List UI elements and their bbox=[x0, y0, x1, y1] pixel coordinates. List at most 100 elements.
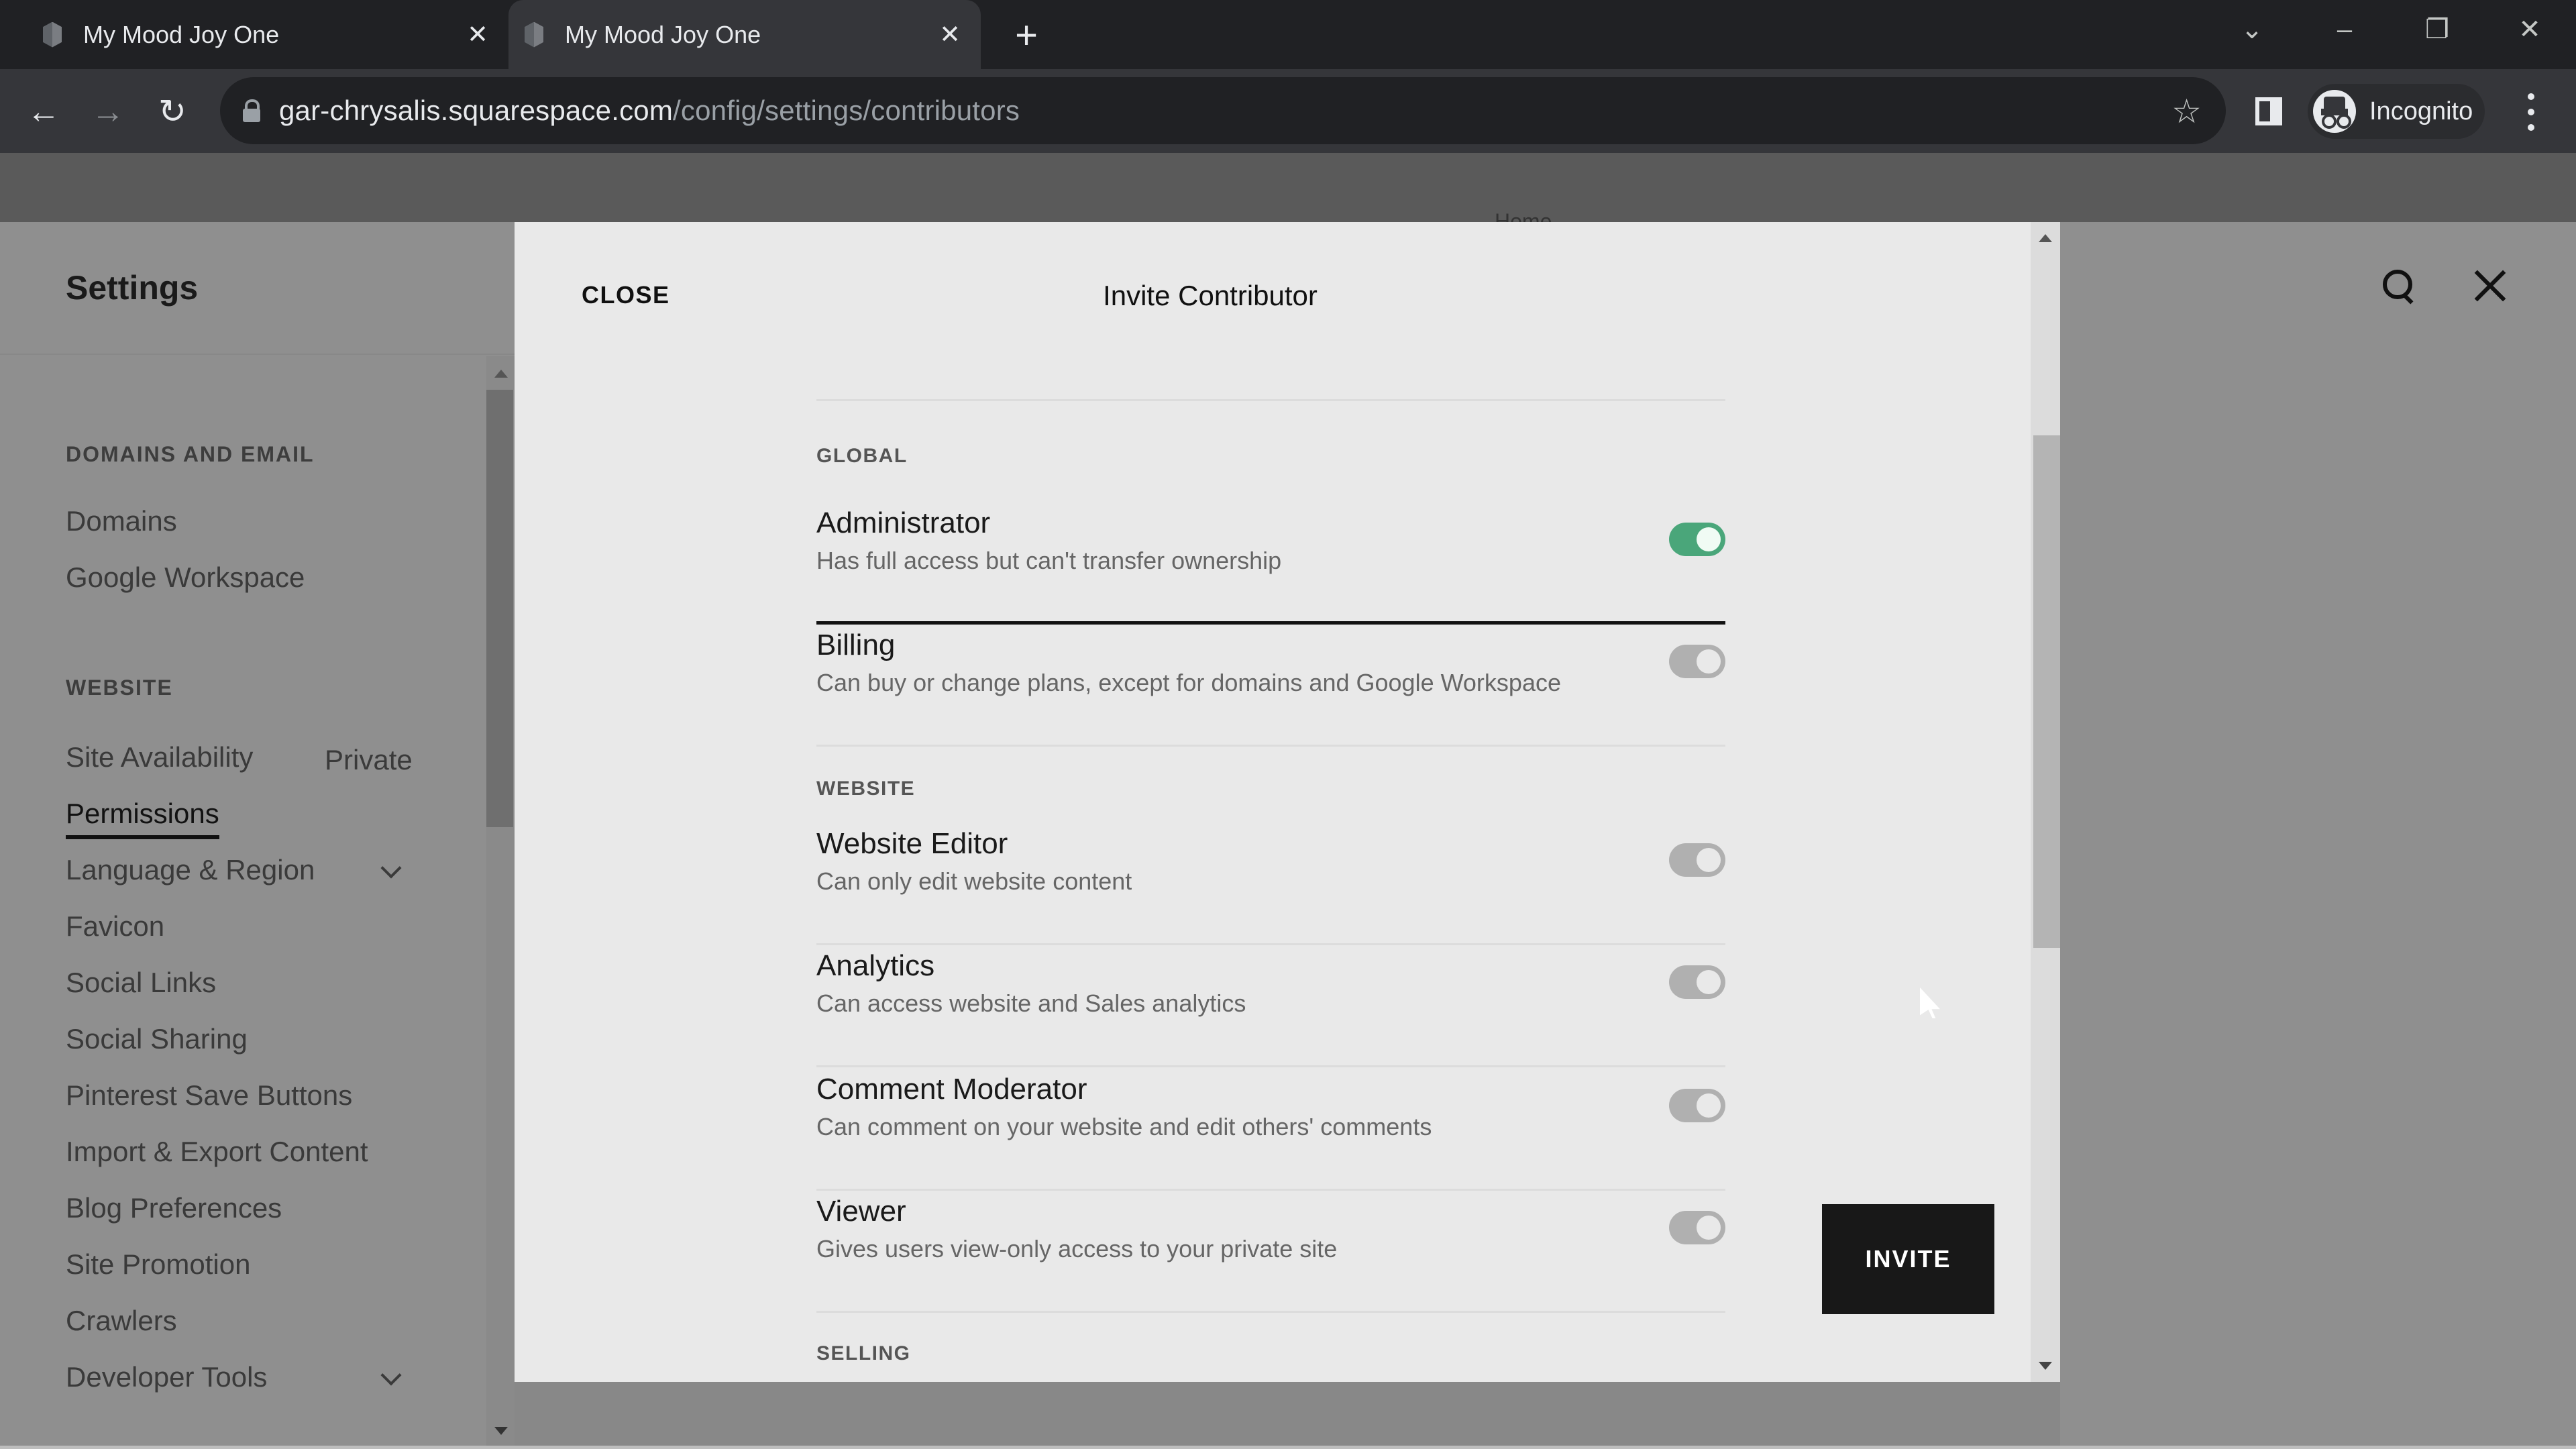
forward-icon[interactable]: → bbox=[86, 89, 130, 133]
permission-row-comment-moderator: Comment Moderator Can comment on your we… bbox=[816, 1069, 1725, 1191]
sidebar-item-site-promotion[interactable]: Site Promotion bbox=[66, 1248, 250, 1281]
sidebar-item-language-region[interactable]: Language & Region bbox=[66, 854, 315, 886]
site-favicon-icon bbox=[522, 21, 546, 49]
window-bottom-edge bbox=[0, 1446, 2576, 1449]
administrator-toggle[interactable] bbox=[1669, 523, 1725, 556]
permission-row-administrator: Administrator Has full access but can't … bbox=[816, 502, 1725, 625]
browser-tab-active[interactable]: My Mood Joy One ✕ bbox=[508, 0, 981, 69]
sidebar-item-import-export-content[interactable]: Import & Export Content bbox=[66, 1136, 368, 1168]
invite-button[interactable]: INVITE bbox=[1822, 1204, 1994, 1314]
mouse-pointer-icon bbox=[1920, 987, 1943, 1024]
side-panel-icon[interactable] bbox=[2255, 97, 2282, 125]
sidebar-item-developer-tools[interactable]: Developer Tools bbox=[66, 1361, 267, 1393]
close-tab-icon[interactable]: ✕ bbox=[462, 19, 494, 51]
permission-description: Has full access but can't transfer owner… bbox=[816, 547, 1282, 574]
back-icon[interactable]: ← bbox=[21, 89, 66, 133]
section-heading-global: GLOBAL bbox=[816, 445, 908, 467]
permission-name: Analytics bbox=[816, 949, 935, 982]
toggle-knob bbox=[1697, 848, 1721, 872]
sidebar-item-blog-preferences[interactable]: Blog Preferences bbox=[66, 1192, 282, 1224]
analytics-toggle[interactable] bbox=[1669, 965, 1725, 999]
sidebar-item-social-links[interactable]: Social Links bbox=[66, 967, 216, 999]
modal-scrollbar[interactable] bbox=[2031, 222, 2060, 1382]
site-availability-value: Private bbox=[325, 744, 413, 775]
permission-name: Website Editor bbox=[816, 827, 1008, 860]
sidebar-item-pinterest-save-buttons[interactable]: Pinterest Save Buttons bbox=[66, 1079, 352, 1112]
scrollbar-thumb[interactable] bbox=[2033, 435, 2060, 948]
page-bottom-dimmed bbox=[515, 1382, 2060, 1446]
settings-sidebar: DOMAINS AND EMAIL Domains Google Workspa… bbox=[0, 356, 486, 1446]
billing-toggle[interactable] bbox=[1669, 645, 1725, 678]
scroll-up-arrow-icon[interactable] bbox=[494, 370, 508, 378]
sidebar-section-website: WEBSITE bbox=[66, 676, 173, 700]
divider bbox=[816, 399, 1725, 401]
chevron-down-icon[interactable] bbox=[380, 1366, 402, 1389]
permission-description: Can buy or change plans, except for doma… bbox=[816, 669, 1561, 696]
permission-name: Comment Moderator bbox=[816, 1073, 1087, 1106]
permission-description: Gives users view-only access to your pri… bbox=[816, 1235, 1338, 1263]
settings-title: Settings bbox=[66, 269, 199, 307]
permission-row-viewer: Viewer Gives users view-only access to y… bbox=[816, 1191, 1725, 1313]
url-text: gar-chrysalis.squarespace.com/config/set… bbox=[279, 95, 1020, 127]
sidebar-item-social-sharing[interactable]: Social Sharing bbox=[66, 1023, 248, 1055]
toggle-knob bbox=[1697, 649, 1721, 674]
toggle-knob bbox=[1697, 1093, 1721, 1118]
viewer-toggle[interactable] bbox=[1669, 1211, 1725, 1244]
toggle-knob bbox=[1697, 1216, 1721, 1240]
incognito-icon bbox=[2313, 90, 2356, 133]
toggle-knob bbox=[1697, 970, 1721, 994]
url-path: /config/settings/contributors bbox=[673, 95, 1020, 126]
browser-toolbar: ← → ↻ gar-chrysalis.squarespace.com/conf… bbox=[0, 69, 2576, 153]
page-right-area-dimmed bbox=[2060, 222, 2576, 1446]
section-heading-selling: SELLING bbox=[816, 1342, 911, 1364]
search-icon[interactable] bbox=[2383, 270, 2416, 306]
website-editor-toggle[interactable] bbox=[1669, 843, 1725, 877]
sidebar-item-favicon[interactable]: Favicon bbox=[66, 910, 164, 943]
lock-icon bbox=[243, 99, 260, 122]
tab-title: My Mood Joy One bbox=[565, 20, 761, 48]
site-favicon-icon bbox=[40, 21, 64, 49]
scroll-down-arrow-icon[interactable] bbox=[494, 1427, 508, 1435]
permission-row-billing: Billing Can buy or change plans, except … bbox=[816, 625, 1725, 747]
permission-name: Administrator bbox=[816, 506, 991, 539]
new-tab-button[interactable]: + bbox=[1006, 13, 1046, 57]
browser-tab-bar: My Mood Joy One ✕ My Mood Joy One ✕ + ⌄ … bbox=[0, 0, 2576, 69]
minimize-icon[interactable]: – bbox=[2314, 9, 2375, 50]
close-window-icon[interactable]: ✕ bbox=[2500, 9, 2560, 50]
page-header-dimmed bbox=[0, 153, 2576, 222]
reload-icon[interactable]: ↻ bbox=[150, 89, 195, 133]
address-bar[interactable]: gar-chrysalis.squarespace.com/config/set… bbox=[220, 77, 2226, 144]
browser-tab[interactable]: My Mood Joy One ✕ bbox=[27, 0, 508, 69]
close-tab-icon[interactable]: ✕ bbox=[934, 19, 966, 51]
sidebar-scrollbar[interactable] bbox=[486, 356, 515, 1446]
close-settings-icon[interactable] bbox=[2473, 268, 2508, 303]
permission-row-website-editor: Website Editor Can only edit website con… bbox=[816, 823, 1725, 945]
permission-name: Viewer bbox=[816, 1195, 906, 1228]
sidebar-item-domains[interactable]: Domains bbox=[66, 505, 177, 537]
restore-window-icon[interactable]: ❐ bbox=[2407, 9, 2467, 50]
scroll-up-arrow-icon[interactable] bbox=[2039, 234, 2052, 242]
permission-description: Can only edit website content bbox=[816, 867, 1132, 895]
tab-title: My Mood Joy One bbox=[83, 20, 280, 48]
sidebar-item-crawlers[interactable]: Crawlers bbox=[66, 1305, 177, 1337]
incognito-label: Incognito bbox=[2369, 97, 2473, 125]
modal-title: Invite Contributor bbox=[1103, 280, 1318, 311]
url-host: gar-chrysalis.squarespace.com bbox=[279, 95, 674, 126]
bookmark-star-icon[interactable]: ☆ bbox=[2171, 92, 2202, 131]
permission-description: Can access website and Sales analytics bbox=[816, 989, 1246, 1017]
sidebar-item-site-availability[interactable]: Site Availability bbox=[66, 741, 253, 773]
invite-contributor-modal: CLOSE Invite Contributor GLOBAL Administ… bbox=[515, 222, 2060, 1382]
scroll-down-arrow-icon[interactable] bbox=[2039, 1362, 2052, 1370]
permission-name: Billing bbox=[816, 629, 896, 661]
section-heading-website: WEBSITE bbox=[816, 777, 916, 800]
permission-description: Can comment on your website and edit oth… bbox=[816, 1113, 1432, 1140]
permission-row-analytics: Analytics Can access website and Sales a… bbox=[816, 945, 1725, 1067]
chevron-down-icon[interactable] bbox=[380, 859, 402, 882]
sidebar-item-google-workspace[interactable]: Google Workspace bbox=[66, 561, 305, 594]
incognito-profile-button[interactable]: Incognito bbox=[2308, 84, 2485, 139]
sidebar-item-permissions[interactable]: Permissions bbox=[66, 798, 219, 839]
browser-menu-icon[interactable] bbox=[2521, 93, 2541, 131]
scrollbar-thumb[interactable] bbox=[486, 390, 513, 827]
tab-search-icon[interactable]: ⌄ bbox=[2222, 9, 2282, 50]
comment-moderator-toggle[interactable] bbox=[1669, 1089, 1725, 1122]
